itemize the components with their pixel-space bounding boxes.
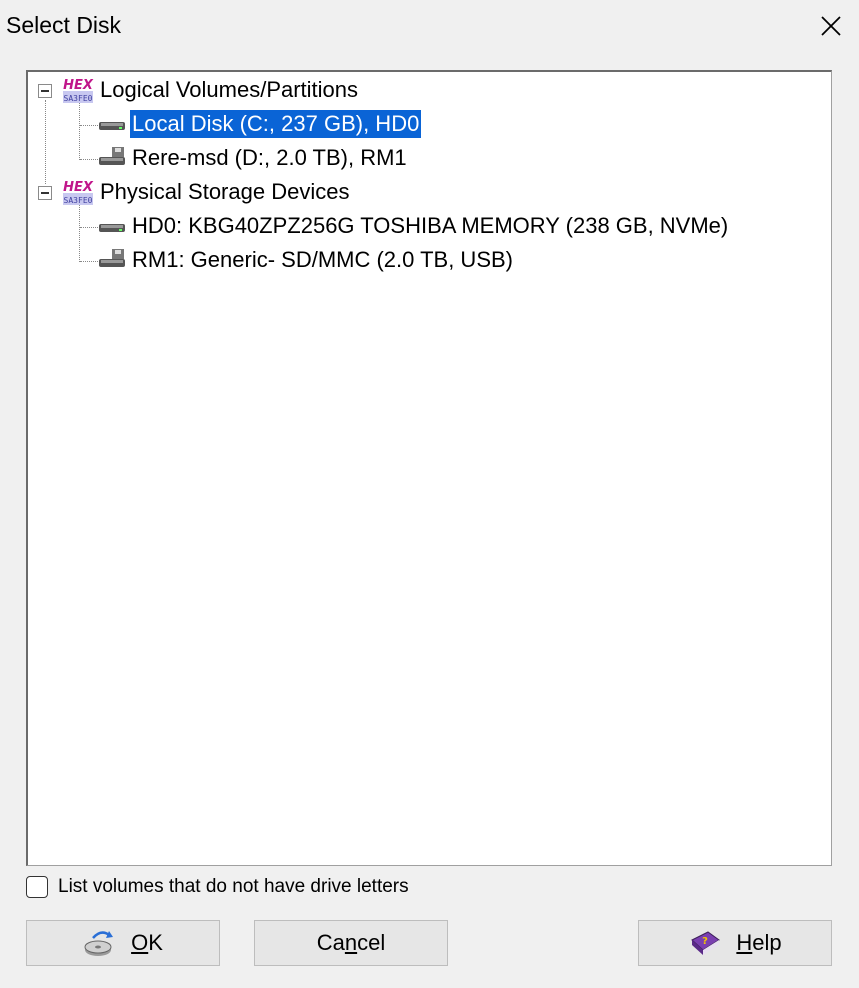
removable-disk-icon: [99, 147, 125, 165]
disk-tree-view[interactable]: HEX SA3FE0 Logical Volumes/Partitions Lo…: [26, 70, 832, 866]
tree-group-logical-volumes[interactable]: Logical Volumes/Partitions: [98, 76, 360, 104]
title-bar: Select Disk: [0, 0, 859, 52]
tree-item-rm1-generic-sd[interactable]: RM1: Generic- SD/MMC (2.0 TB, USB): [130, 246, 515, 274]
tree-group-physical-devices[interactable]: Physical Storage Devices: [98, 178, 351, 206]
tree-connector: [80, 227, 98, 228]
tree-item-rere-msd-d[interactable]: Rere-msd (D:, 2.0 TB), RM1: [130, 144, 409, 172]
list-no-letter-volumes-checkbox[interactable]: [26, 876, 48, 898]
tree-connector: [79, 102, 80, 160]
svg-text:HEX: HEX: [63, 180, 94, 195]
tree-item-local-disk-c[interactable]: Local Disk (C:, 237 GB), HD0: [130, 110, 422, 138]
tree-connector: [79, 204, 80, 262]
list-no-letter-volumes-option[interactable]: List volumes that do not have drive lett…: [26, 876, 409, 898]
tree-connector: [80, 125, 98, 126]
cancel-button[interactable]: Cancel: [254, 920, 448, 966]
close-button[interactable]: [815, 10, 847, 42]
hex-logo-icon: HEX SA3FE0: [63, 180, 94, 205]
ok-button-label: OK: [131, 930, 163, 955]
removable-disk-icon: [99, 249, 125, 267]
help-button[interactable]: ? Help: [638, 920, 832, 966]
window-title: Select Disk: [6, 12, 122, 38]
tree-connector: [80, 159, 98, 160]
close-icon: [821, 16, 841, 36]
hard-disk-icon: [99, 122, 125, 130]
ok-button[interactable]: OK: [26, 920, 220, 966]
svg-text:SA3FE0: SA3FE0: [64, 196, 93, 205]
tree-connector: [80, 261, 98, 262]
list-no-letter-volumes-label: List volumes that do not have drive lett…: [58, 876, 409, 897]
help-button-label: Help: [736, 930, 782, 955]
collapse-logical-volumes-button[interactable]: [38, 84, 52, 98]
hex-logo-icon: HEX SA3FE0: [63, 78, 94, 103]
cancel-button-label: Cancel: [316, 930, 386, 955]
hard-disk-icon: [99, 224, 125, 232]
collapse-physical-devices-button[interactable]: [38, 186, 52, 200]
help-book-icon: ?: [691, 931, 721, 955]
svg-text:HEX: HEX: [63, 78, 94, 93]
svg-text:SA3FE0: SA3FE0: [64, 94, 93, 103]
disk-open-icon: [84, 931, 114, 956]
svg-text:?: ?: [702, 936, 708, 947]
tree-connector: [45, 100, 46, 184]
tree-item-hd0-toshiba[interactable]: HD0: KBG40ZPZ256G TOSHIBA MEMORY (238 GB…: [130, 212, 730, 240]
